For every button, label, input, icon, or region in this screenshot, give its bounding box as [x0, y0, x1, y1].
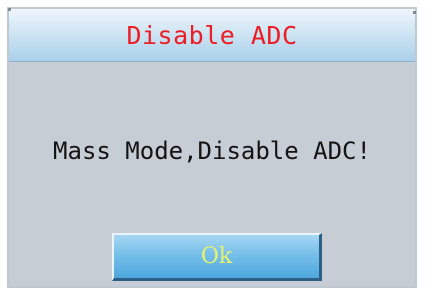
corner-marker — [8, 8, 11, 11]
dialog-titlebar: Disable ADC — [9, 9, 415, 62]
corner-marker — [413, 11, 416, 14]
dialog-message: Mass Mode,Disable ADC! — [53, 137, 371, 165]
ok-button-label: Ok — [200, 244, 233, 269]
dialog-title: Disable ADC — [126, 20, 298, 50]
ok-button[interactable]: Ok — [112, 233, 322, 281]
disable-adc-dialog: Disable ADC Mass Mode,Disable ADC! Ok — [7, 7, 417, 288]
